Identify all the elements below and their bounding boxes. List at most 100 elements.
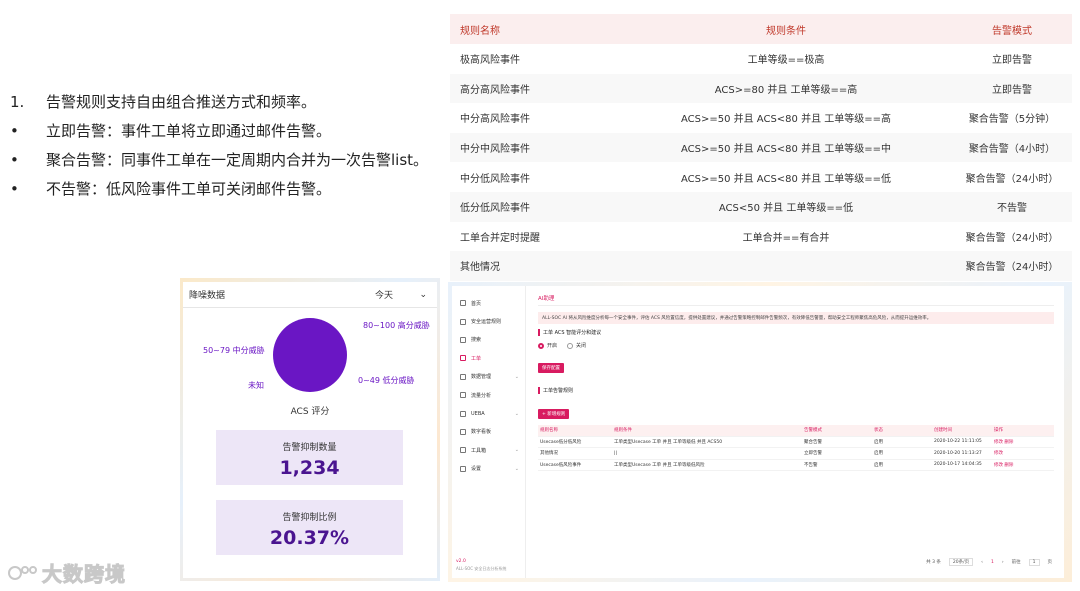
rule-condition-cell: ACS>=50 并且 ACS<80 并且 工单等级==中 <box>680 144 892 156</box>
rule-condition-cell: 工单类型Usecase 工单 并且 工单等级低风险 <box>614 462 705 468</box>
acs-toggle-group: 开启 关闭 <box>538 342 1054 349</box>
rule-name-cell: Usecase低分低风险 <box>540 439 582 445</box>
stat-label: 告警抑制比例 <box>282 513 337 523</box>
gear-icon <box>460 465 466 472</box>
acs-pie-chart <box>273 318 347 392</box>
table-row: 工单合并定时提醒 工单合并==有合并 聚合告警（24小时） <box>450 222 1072 252</box>
bullet-item: • 立即告警：事件工单将立即通过邮件告警。 <box>8 117 448 146</box>
next-page-icon[interactable]: › <box>1002 560 1004 565</box>
alert-mode-cell: 聚合告警（24小时） <box>965 262 1059 274</box>
info-notice: ALL-SOC AI 将从风险维度分析每一个安全事件，评估 ACS 风险置信度，… <box>538 312 1054 324</box>
sidebar-item-label: UEBA <box>471 410 485 417</box>
rule-condition-cell: 工单类型Usecase 工单 并且 工单等级低 并且 ACS50 <box>614 439 723 445</box>
row-actions[interactable]: 修改 删除 <box>994 462 1054 468</box>
sidebar-item-home[interactable]: 首页 <box>452 294 525 312</box>
table-row: 高分高风险事件 ACS>=80 并且 工单等级==高 立即告警 <box>450 73 1072 104</box>
rule-name-cell: 中分中风险事件 <box>460 144 530 156</box>
current-page[interactable]: 1 <box>991 560 994 565</box>
section-title-acs: 工单 ACS 智能评分和建议 <box>538 329 1054 336</box>
bullet-item: • 不告警：低风险事件工单可关闭邮件告警。 <box>8 175 448 204</box>
sidebar-item-data-management[interactable]: 数据管理 ⌄ <box>452 368 525 386</box>
table-row: 中分高风险事件 ACS>=50 并且 ACS<80 并且 工单等级==高 聚合告警（… <box>450 103 1072 133</box>
ticket-icon <box>460 355 466 362</box>
app-version: v2.0 <box>456 559 466 564</box>
watermark-text: 大数跨境 <box>42 562 126 587</box>
home-icon <box>460 300 466 307</box>
sidebar-item-settings[interactable]: 设置 ⌄ <box>452 460 525 478</box>
header-rule-name: 规则名称 <box>460 25 500 37</box>
main-content: AI助理 ALL-SOC AI 将从风险维度分析每一个安全事件，评估 ACS 风… <box>526 286 1064 578</box>
sidebar-item-ueba[interactable]: UEBA ⌄ <box>452 404 525 422</box>
sidebar-item-tickets[interactable]: 工单 <box>452 349 525 367</box>
total-count: 共 3 条 <box>926 560 941 565</box>
add-rule-button[interactable]: + 新增规则 <box>538 409 570 419</box>
row-actions[interactable]: 修改 删除 <box>994 439 1054 445</box>
brand-logo-icon <box>8 565 37 580</box>
bullet-marker: • <box>10 151 19 169</box>
rule-name-cell: 工单合并定时提醒 <box>460 232 540 244</box>
pie-label-high: 80~100 高分威胁 <box>363 321 430 330</box>
pie-label-unknown: 未知 <box>248 381 264 390</box>
stat-label: 告警抑制数量 <box>282 443 337 453</box>
radio-enable[interactable]: 开启 <box>538 342 557 349</box>
goto-unit: 页 <box>1047 560 1053 565</box>
radio-disable[interactable]: 关闭 <box>567 342 586 349</box>
rule-condition-cell: ACS>=50 并且 ACS<80 并且 工单等级==高 <box>680 114 892 126</box>
card-header: 降噪数据 今天 ⌄ <box>183 282 437 308</box>
status-cell: 启用 <box>874 451 883 457</box>
radio-label: 关闭 <box>576 343 587 349</box>
chevron-down-icon: ⌄ <box>419 289 427 300</box>
bullet-marker: • <box>10 122 19 140</box>
save-config-button[interactable]: 保存配置 <box>538 363 564 373</box>
sidebar-item-traffic[interactable]: 流量分析 <box>452 386 525 404</box>
goto-page-input[interactable]: 1 <box>1028 558 1040 566</box>
section-title-rules: 工单告警规则 <box>538 387 1054 394</box>
alert-rules-table: 规则名称 规则条件 告警模式 极高风险事件 工单等级==极高 立即告警 高分高风险事… <box>450 14 1072 281</box>
toolbox-icon <box>460 447 466 454</box>
suppression-count-stat: 告警抑制数量 1,234 <box>216 430 403 485</box>
rule-name-cell: 中分高风险事件 <box>460 114 530 126</box>
sidebar-item-rules[interactable]: 安全运营规则 <box>452 312 525 330</box>
alert-mode-cell: 立即告警 <box>992 84 1032 96</box>
rule-condition-cell: ACS<50 并且 工单等级==低 <box>718 203 854 215</box>
table-row: 低分低风险事件 ACS<50 并且 工单等级==低 不告警 <box>450 191 1072 222</box>
rule-condition-cell: ACS>=50 并且 ACS<80 并且 工单等级==低 <box>680 173 892 185</box>
status-cell: 启用 <box>874 462 883 468</box>
prev-page-icon[interactable]: ‹ <box>981 560 983 565</box>
radio-dot <box>538 342 544 349</box>
created-time-cell: 2020-10-22 11:11:05 <box>934 439 982 445</box>
column-header: 规则名称 <box>540 428 558 434</box>
table-header-row: 规则名称 规则条件 告警模式 <box>450 14 1072 44</box>
stat-value: 1,234 <box>279 457 340 479</box>
user-behavior-icon <box>460 410 466 417</box>
rule-name-cell: 其他情况 <box>540 451 558 457</box>
header-alert-mode: 告警模式 <box>992 25 1032 37</box>
table-row: 极高风险事件 工单等级==极高 立即告警 <box>450 44 1072 74</box>
pagination: 共 3 条 20条/页 ‹ 1 › 前往 1 页 <box>926 558 1052 566</box>
table-row: 其他情况 || 立即告警 启用 2020-10-20 11:13:27 修改 <box>538 448 1054 460</box>
rule-condition-cell: ACS>=80 并且 工单等级==高 <box>714 84 858 96</box>
feature-bullet-list: 1. 告警规则支持自由组合推送方式和频率。 • 立即告警：事件工单将立即通过邮件告警… <box>8 88 448 204</box>
card-title: 降噪数据 <box>189 291 226 301</box>
sidebar-item-label: 搜索 <box>471 337 482 344</box>
created-time-cell: 2020-10-17 14:04:35 <box>934 462 982 468</box>
sidebar-item-search[interactable]: 搜索 <box>452 331 525 349</box>
bullet-text: 不告警：低风险事件工单可关闭邮件告警。 <box>46 180 332 198</box>
bullet-marker: • <box>10 180 19 198</box>
chevron-down-icon: ⌄ <box>514 447 519 454</box>
sidebar: 首页 安全运营规则 搜索 工单 数据管理 ⌄ 流量分析 UEBA ⌄ 数字看板 工具… <box>452 286 526 578</box>
sidebar-item-label: 设置 <box>471 466 482 473</box>
page-size-select[interactable]: 20条/页 <box>948 558 974 566</box>
table-row: Usecase低分低风险 工单类型Usecase 工单 并且 工单等级低 并且 … <box>538 437 1054 448</box>
sidebar-item-dashboard[interactable]: 数字看板 <box>452 423 525 441</box>
rule-condition-cell: 工单等级==极高 <box>747 55 825 67</box>
bullet-marker: 1. <box>10 93 25 111</box>
pie-label-low: 0~49 低分威胁 <box>358 376 415 385</box>
column-header: 规则条件 <box>614 428 632 434</box>
time-range-select[interactable]: 今天 ⌄ <box>371 286 431 304</box>
sidebar-item-label: 首页 <box>471 300 482 307</box>
row-actions[interactable]: 修改 <box>994 450 1054 456</box>
alert-mode-cell: 立即告警 <box>992 55 1032 67</box>
table-row: Usecase低风险事件 工单类型Usecase 工单 并且 工单等级低风险 不… <box>538 460 1054 471</box>
sidebar-item-toolbox[interactable]: 工具箱 ⌄ <box>452 441 525 459</box>
